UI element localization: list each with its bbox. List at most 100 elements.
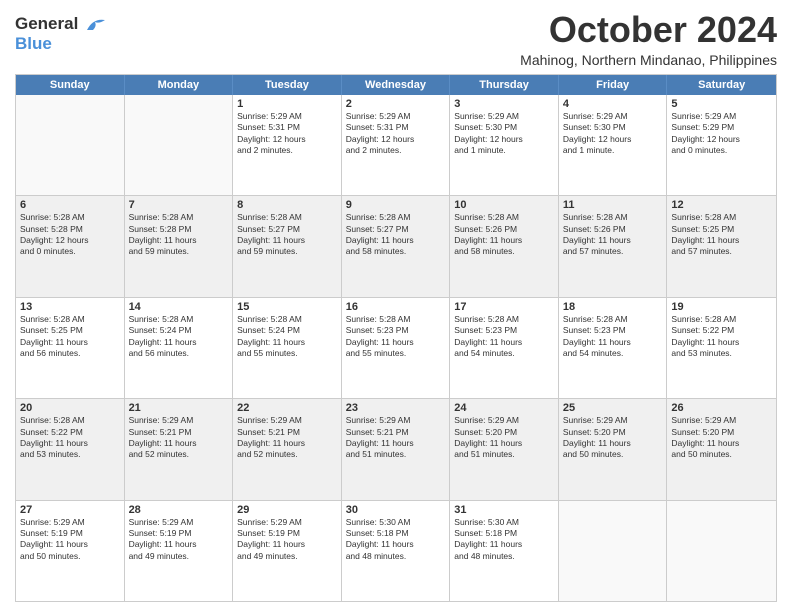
day-number: 16 [346,301,446,313]
weekday-header-friday: Friday [559,75,668,95]
cell-info: Sunrise: 5:29 AMSunset: 5:20 PMDaylight:… [563,415,663,461]
calendar-cell-3-4: 24Sunrise: 5:29 AMSunset: 5:20 PMDayligh… [450,399,559,499]
cell-info: Sunrise: 5:29 AMSunset: 5:21 PMDaylight:… [129,415,229,461]
calendar-cell-1-0: 6Sunrise: 5:28 AMSunset: 5:28 PMDaylight… [16,196,125,296]
cell-info: Sunrise: 5:30 AMSunset: 5:18 PMDaylight:… [346,517,446,563]
day-number: 4 [563,98,663,110]
calendar-cell-3-2: 22Sunrise: 5:29 AMSunset: 5:21 PMDayligh… [233,399,342,499]
calendar-cell-4-0: 27Sunrise: 5:29 AMSunset: 5:19 PMDayligh… [16,501,125,601]
calendar-cell-1-3: 9Sunrise: 5:28 AMSunset: 5:27 PMDaylight… [342,196,451,296]
logo-line1: General [15,14,107,34]
day-number: 1 [237,98,337,110]
calendar-cell-2-6: 19Sunrise: 5:28 AMSunset: 5:22 PMDayligh… [667,298,776,398]
day-number: 7 [129,199,229,211]
cell-info: Sunrise: 5:28 AMSunset: 5:26 PMDaylight:… [563,212,663,258]
page: General Blue October 2024 Mahinog, North… [0,0,792,612]
calendar-cell-4-6 [667,501,776,601]
calendar-cell-2-5: 18Sunrise: 5:28 AMSunset: 5:23 PMDayligh… [559,298,668,398]
calendar-cell-0-3: 2Sunrise: 5:29 AMSunset: 5:31 PMDaylight… [342,95,451,195]
calendar-cell-1-1: 7Sunrise: 5:28 AMSunset: 5:28 PMDaylight… [125,196,234,296]
calendar-row-4: 27Sunrise: 5:29 AMSunset: 5:19 PMDayligh… [16,501,776,601]
weekday-header-monday: Monday [125,75,234,95]
day-number: 12 [671,199,772,211]
cell-info: Sunrise: 5:29 AMSunset: 5:20 PMDaylight:… [671,415,772,461]
day-number: 14 [129,301,229,313]
cell-info: Sunrise: 5:28 AMSunset: 5:22 PMDaylight:… [671,314,772,360]
day-number: 2 [346,98,446,110]
calendar-cell-0-1 [125,95,234,195]
calendar-cell-3-3: 23Sunrise: 5:29 AMSunset: 5:21 PMDayligh… [342,399,451,499]
logo-bird-icon [85,16,107,34]
cell-info: Sunrise: 5:29 AMSunset: 5:20 PMDaylight:… [454,415,554,461]
calendar-cell-4-5 [559,501,668,601]
calendar-header: SundayMondayTuesdayWednesdayThursdayFrid… [16,75,776,95]
day-number: 9 [346,199,446,211]
cell-info: Sunrise: 5:29 AMSunset: 5:21 PMDaylight:… [346,415,446,461]
cell-info: Sunrise: 5:29 AMSunset: 5:21 PMDaylight:… [237,415,337,461]
day-number: 13 [20,301,120,313]
calendar: SundayMondayTuesdayWednesdayThursdayFrid… [15,74,777,602]
day-number: 3 [454,98,554,110]
calendar-cell-1-2: 8Sunrise: 5:28 AMSunset: 5:27 PMDaylight… [233,196,342,296]
calendar-row-0: 1Sunrise: 5:29 AMSunset: 5:31 PMDaylight… [16,95,776,196]
cell-info: Sunrise: 5:30 AMSunset: 5:18 PMDaylight:… [454,517,554,563]
day-number: 23 [346,402,446,414]
day-number: 26 [671,402,772,414]
day-number: 21 [129,402,229,414]
weekday-header-tuesday: Tuesday [233,75,342,95]
cell-info: Sunrise: 5:28 AMSunset: 5:23 PMDaylight:… [563,314,663,360]
calendar-row-2: 13Sunrise: 5:28 AMSunset: 5:25 PMDayligh… [16,298,776,399]
day-number: 15 [237,301,337,313]
day-number: 5 [671,98,772,110]
logo-line2: Blue [15,34,107,54]
calendar-cell-1-5: 11Sunrise: 5:28 AMSunset: 5:26 PMDayligh… [559,196,668,296]
day-number: 20 [20,402,120,414]
day-number: 30 [346,504,446,516]
cell-info: Sunrise: 5:29 AMSunset: 5:19 PMDaylight:… [129,517,229,563]
location: Mahinog, Northern Mindanao, Philippines [520,52,777,68]
calendar-cell-2-4: 17Sunrise: 5:28 AMSunset: 5:23 PMDayligh… [450,298,559,398]
calendar-cell-2-0: 13Sunrise: 5:28 AMSunset: 5:25 PMDayligh… [16,298,125,398]
calendar-cell-3-5: 25Sunrise: 5:29 AMSunset: 5:20 PMDayligh… [559,399,668,499]
day-number: 6 [20,199,120,211]
day-number: 10 [454,199,554,211]
cell-info: Sunrise: 5:29 AMSunset: 5:30 PMDaylight:… [454,111,554,157]
day-number: 28 [129,504,229,516]
calendar-cell-0-5: 4Sunrise: 5:29 AMSunset: 5:30 PMDaylight… [559,95,668,195]
cell-info: Sunrise: 5:28 AMSunset: 5:23 PMDaylight:… [346,314,446,360]
calendar-body: 1Sunrise: 5:29 AMSunset: 5:31 PMDaylight… [16,95,776,601]
logo: General Blue [15,14,107,53]
cell-info: Sunrise: 5:28 AMSunset: 5:28 PMDaylight:… [20,212,120,258]
cell-info: Sunrise: 5:28 AMSunset: 5:28 PMDaylight:… [129,212,229,258]
cell-info: Sunrise: 5:29 AMSunset: 5:31 PMDaylight:… [346,111,446,157]
cell-info: Sunrise: 5:29 AMSunset: 5:29 PMDaylight:… [671,111,772,157]
day-number: 31 [454,504,554,516]
cell-info: Sunrise: 5:29 AMSunset: 5:30 PMDaylight:… [563,111,663,157]
weekday-header-saturday: Saturday [667,75,776,95]
cell-info: Sunrise: 5:28 AMSunset: 5:24 PMDaylight:… [237,314,337,360]
calendar-cell-3-0: 20Sunrise: 5:28 AMSunset: 5:22 PMDayligh… [16,399,125,499]
calendar-row-3: 20Sunrise: 5:28 AMSunset: 5:22 PMDayligh… [16,399,776,500]
cell-info: Sunrise: 5:28 AMSunset: 5:27 PMDaylight:… [346,212,446,258]
calendar-cell-1-6: 12Sunrise: 5:28 AMSunset: 5:25 PMDayligh… [667,196,776,296]
day-number: 19 [671,301,772,313]
cell-info: Sunrise: 5:29 AMSunset: 5:19 PMDaylight:… [20,517,120,563]
calendar-cell-4-3: 30Sunrise: 5:30 AMSunset: 5:18 PMDayligh… [342,501,451,601]
weekday-header-sunday: Sunday [16,75,125,95]
day-number: 27 [20,504,120,516]
day-number: 8 [237,199,337,211]
cell-info: Sunrise: 5:28 AMSunset: 5:26 PMDaylight:… [454,212,554,258]
calendar-cell-2-2: 15Sunrise: 5:28 AMSunset: 5:24 PMDayligh… [233,298,342,398]
cell-info: Sunrise: 5:28 AMSunset: 5:23 PMDaylight:… [454,314,554,360]
title-block: October 2024 Mahinog, Northern Mindanao,… [520,10,777,68]
calendar-cell-0-0 [16,95,125,195]
cell-info: Sunrise: 5:29 AMSunset: 5:31 PMDaylight:… [237,111,337,157]
calendar-cell-3-6: 26Sunrise: 5:29 AMSunset: 5:20 PMDayligh… [667,399,776,499]
day-number: 24 [454,402,554,414]
day-number: 29 [237,504,337,516]
weekday-header-thursday: Thursday [450,75,559,95]
day-number: 17 [454,301,554,313]
weekday-header-wednesday: Wednesday [342,75,451,95]
day-number: 11 [563,199,663,211]
calendar-row-1: 6Sunrise: 5:28 AMSunset: 5:28 PMDaylight… [16,196,776,297]
